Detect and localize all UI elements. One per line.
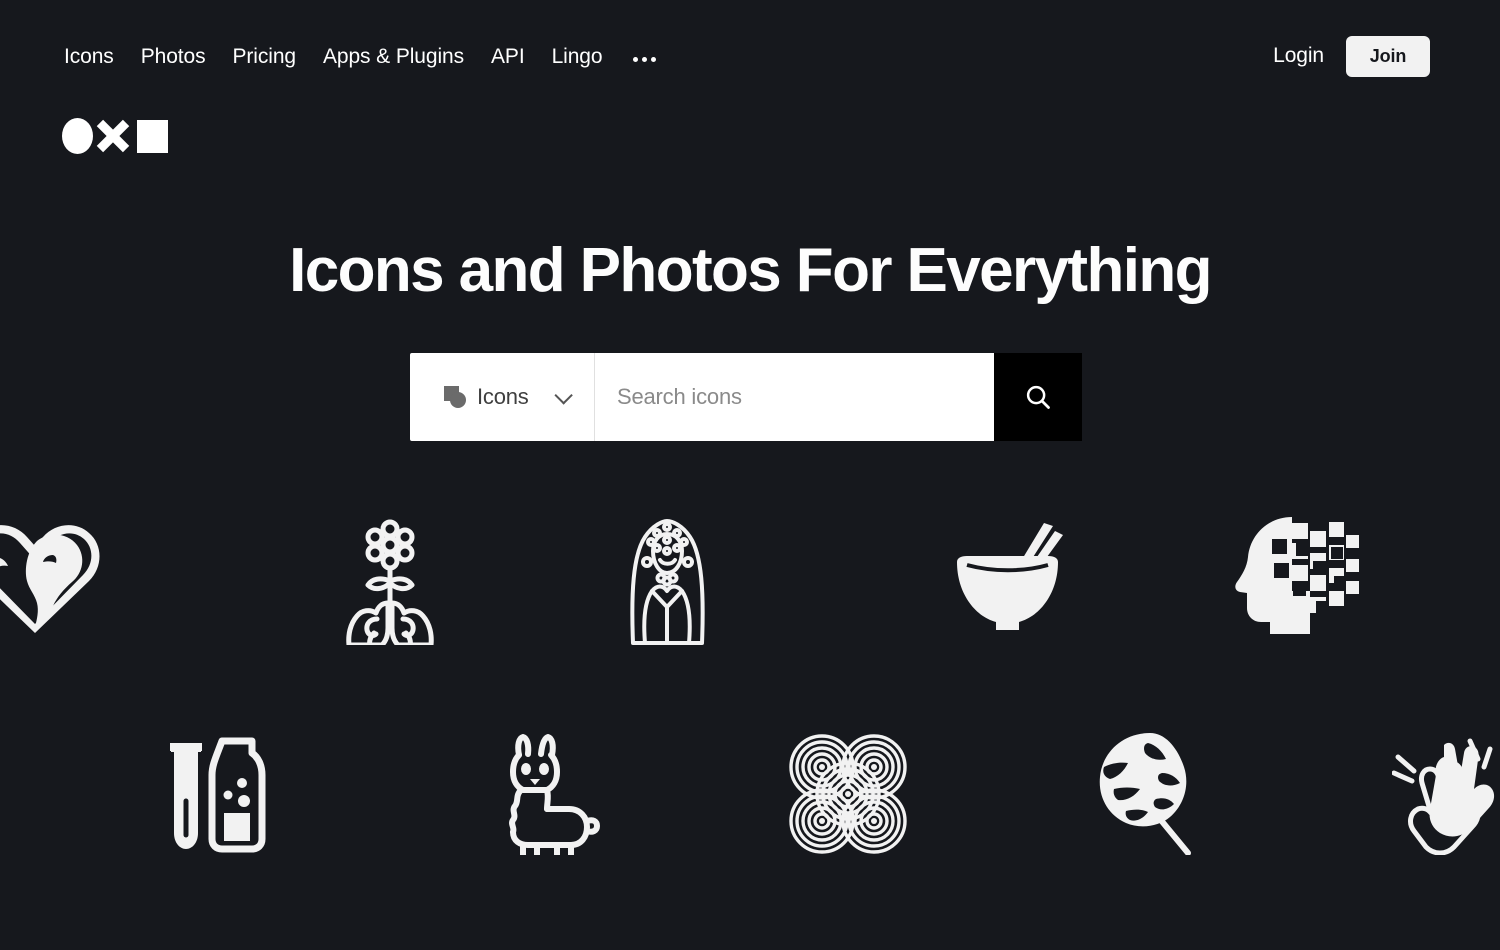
- monstera-leaf-icon: [1099, 733, 1191, 855]
- login-link[interactable]: Login: [1273, 44, 1324, 68]
- logo-circle-icon: [62, 118, 93, 154]
- site-header: Icons Photos Pricing Apps & Plugins API …: [0, 0, 1500, 112]
- showcase-item-test-tube-bottle[interactable]: [160, 735, 280, 855]
- noodle-bowl-chopsticks-icon: [957, 523, 1063, 630]
- search-bar: Icons: [410, 353, 1082, 441]
- showcase-item-monstera-leaf[interactable]: [1088, 727, 1203, 855]
- showcase-item-noodle-bowl[interactable]: [945, 515, 1070, 640]
- showcase-item-lungs-flower[interactable]: [330, 515, 450, 645]
- chevron-down-icon: [554, 385, 573, 405]
- labyrinth-spiral-icon: [789, 734, 907, 854]
- icon-showcase: [0, 495, 1500, 950]
- search-submit-button[interactable]: [994, 353, 1082, 441]
- search-type-dropdown[interactable]: Icons: [410, 353, 595, 441]
- showcase-item-bride[interactable]: [615, 515, 720, 645]
- search-input[interactable]: [617, 384, 994, 410]
- nav-item-photos[interactable]: Photos: [141, 46, 206, 67]
- noun-project-mini-icon: [444, 386, 466, 408]
- search-type-label: Icons: [477, 384, 529, 409]
- clapping-hands-icon: [1392, 738, 1495, 855]
- ellipsis-dot: [633, 56, 639, 62]
- header-actions: Login Join: [1273, 35, 1430, 77]
- join-button[interactable]: Join: [1346, 35, 1430, 77]
- showcase-item-pixelated-head[interactable]: [1230, 513, 1360, 638]
- search-input-container: [595, 353, 994, 441]
- llama-icon: [509, 734, 600, 855]
- nav-item-pricing[interactable]: Pricing: [232, 46, 296, 67]
- lungs-flower-icon: [346, 519, 434, 645]
- noun-project-logo[interactable]: [62, 118, 168, 154]
- showcase-item-heart-faces-kissing[interactable]: [0, 515, 105, 640]
- more-menu-ellipsis-icon[interactable]: [631, 56, 658, 62]
- bride-icon: [630, 519, 705, 645]
- showcase-item-llama[interactable]: [495, 733, 605, 855]
- test-tube-bottle-icon: [170, 737, 266, 853]
- showcase-item-clapping-hands[interactable]: [1392, 727, 1500, 855]
- logo-x-icon: [95, 118, 131, 154]
- logo-square-icon: [137, 119, 168, 153]
- nav-item-icons[interactable]: Icons: [64, 46, 114, 67]
- nav-item-lingo[interactable]: Lingo: [552, 46, 603, 67]
- ellipsis-dot: [642, 56, 648, 62]
- showcase-item-labyrinth-spiral[interactable]: [788, 733, 908, 855]
- nav-item-apps-plugins[interactable]: Apps & Plugins: [323, 46, 464, 67]
- nav-item-api[interactable]: API: [491, 46, 525, 67]
- search-icon: [1026, 385, 1050, 409]
- pixelated-head-icon: [1235, 517, 1359, 634]
- heart-faces-kissing-icon: [0, 525, 100, 633]
- page-title: Icons and Photos For Everything: [289, 236, 1212, 305]
- ellipsis-dot: [651, 56, 657, 62]
- primary-navigation: Icons Photos Pricing Apps & Plugins API …: [64, 36, 658, 76]
